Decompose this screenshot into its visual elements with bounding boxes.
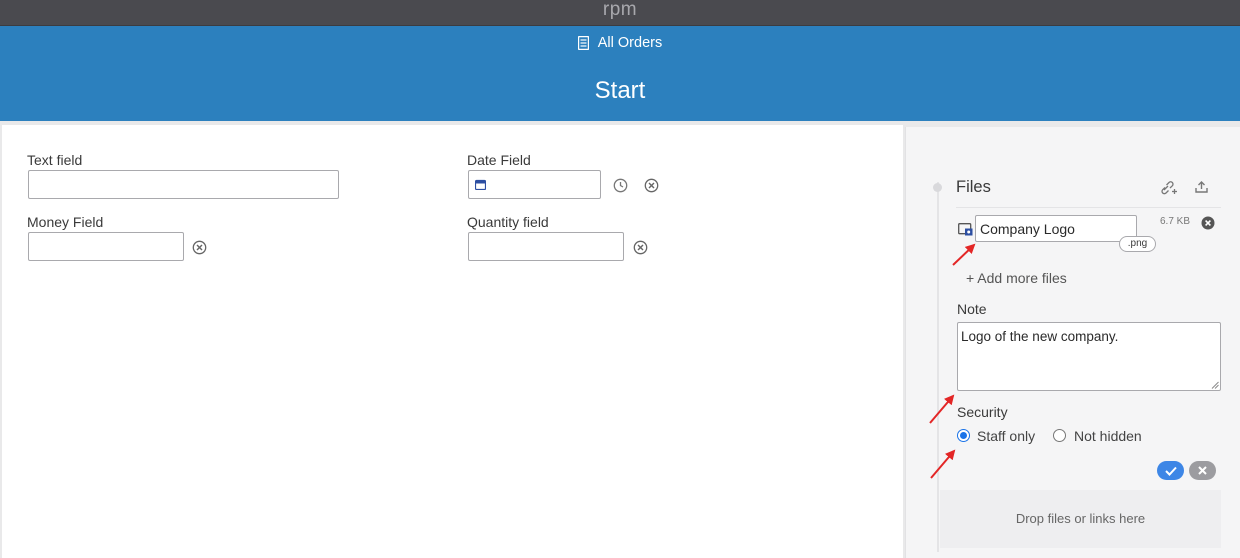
arrow-note <box>929 394 955 424</box>
arrow-security <box>930 449 956 479</box>
annotation-arrows <box>929 243 976 479</box>
arrow-file-name <box>952 243 976 266</box>
